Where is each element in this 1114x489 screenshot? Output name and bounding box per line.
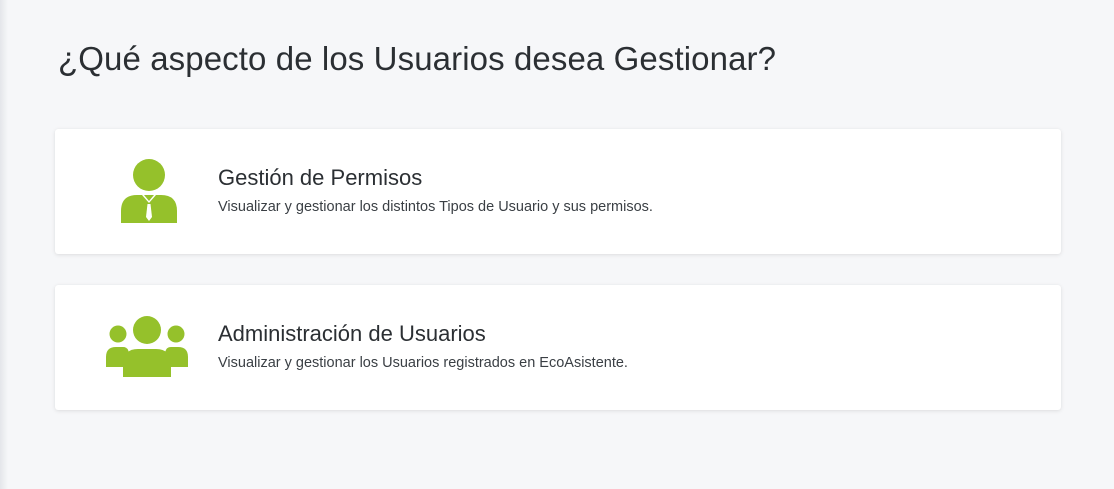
users-admin-option-description: Visualizar y gestionar los Usuarios regi… [218, 355, 628, 371]
user-tie-icon [105, 159, 189, 225]
page-title: ¿Qué aspecto de los Usuarios desea Gesti… [58, 40, 777, 77]
users-admin-option-title: Administración de Usuarios [218, 321, 486, 346]
sidebar-edge-shadow [0, 0, 8, 489]
permissions-option-description: Visualizar y gestionar los distintos Tip… [218, 199, 653, 215]
permissions-option-title: Gestión de Permisos [218, 165, 423, 190]
permissions-option-card[interactable]: Gestión de Permisos Visualizar y gestion… [55, 129, 1061, 254]
users-group-icon [105, 315, 189, 381]
users-admin-option-card[interactable]: Administración de Usuarios Visualizar y … [55, 285, 1061, 410]
